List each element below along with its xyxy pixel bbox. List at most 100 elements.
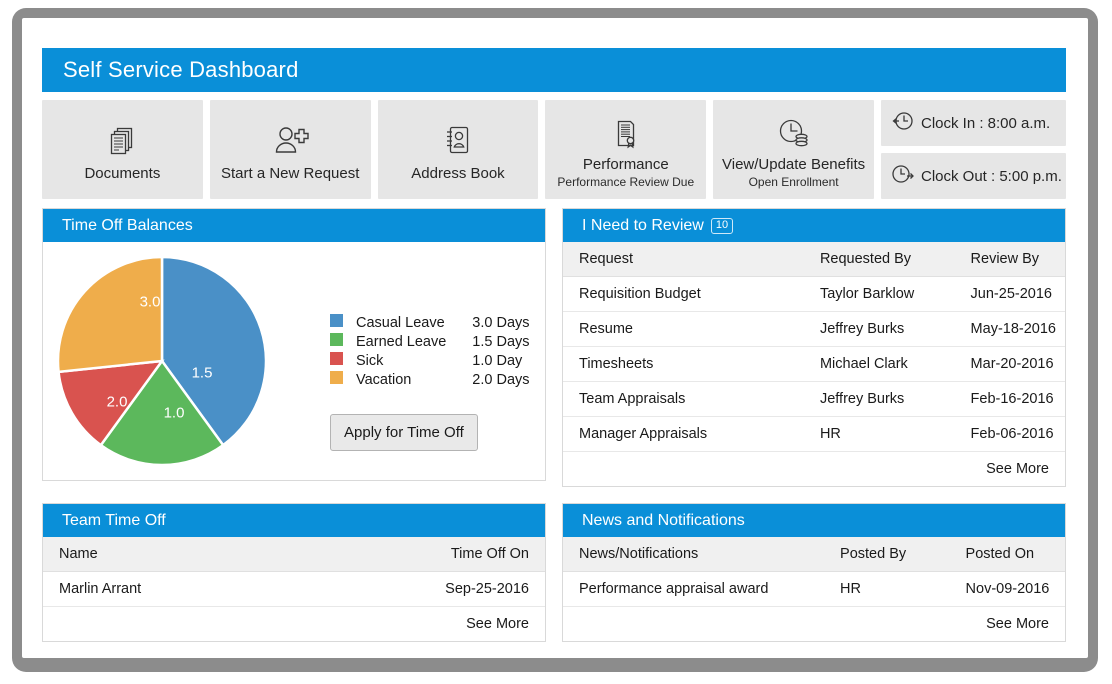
table-row[interactable]: Timesheets Michael Clark Mar-20-2016 bbox=[563, 346, 1065, 382]
employee-name-link[interactable]: Marlin Arrant bbox=[43, 571, 370, 607]
tile-start-a-new-request[interactable]: Start a New Request bbox=[209, 100, 371, 199]
request-link[interactable]: Manager Appraisals bbox=[563, 416, 804, 452]
requested-by: Taylor Barklow bbox=[803, 276, 955, 312]
legend-swatch-cell bbox=[330, 371, 356, 390]
request-link[interactable]: Requisition Budget bbox=[563, 276, 804, 312]
pie-chart-container: 3.0 1.5 1.0 2.0 bbox=[43, 242, 288, 467]
legend-swatch-vacation bbox=[330, 371, 343, 384]
legend-label: Sick bbox=[356, 352, 384, 369]
table-row[interactable]: Performance appraisal award HR Nov-09-20… bbox=[563, 571, 1065, 607]
spacer-cell bbox=[804, 452, 955, 487]
review-by: May-18-2016 bbox=[954, 311, 1065, 347]
review-by: Mar-20-2016 bbox=[954, 346, 1065, 382]
legend-label: Earned Leave bbox=[356, 333, 447, 350]
table-row[interactable]: Team Appraisals Jeffrey Burks Feb-16-201… bbox=[563, 381, 1065, 417]
tile-label: Address Book bbox=[411, 165, 505, 182]
chart-legend: Casual Leave 3.0 Days Earned Leave 1.5 D… bbox=[330, 314, 530, 390]
table-header-row: Name Time Off On bbox=[43, 537, 545, 572]
panel-title: Time Off Balances bbox=[62, 216, 193, 234]
request-link[interactable]: Resume bbox=[563, 311, 804, 347]
panel-header: News and Notifications bbox=[563, 504, 1065, 537]
column-header-name: Name bbox=[43, 537, 370, 572]
requested-by: Jeffrey Burks bbox=[803, 381, 955, 417]
dashboard-page: Self Service Dashboard Documents Start a… bbox=[42, 48, 1066, 648]
column-header-time-off-on: Time Off On bbox=[369, 537, 545, 572]
legend-item: Sick 1.0 Day bbox=[330, 352, 530, 371]
tile-sublabel: Performance Review Due bbox=[557, 175, 695, 189]
tile-label: Performance bbox=[582, 156, 669, 173]
table-row[interactable]: Marlin Arrant Sep-25-2016 bbox=[43, 571, 545, 607]
certificate-icon bbox=[609, 110, 643, 156]
page-header: Self Service Dashboard bbox=[42, 48, 1066, 92]
shortcut-tile-strip: Documents Start a New Request Address Bo… bbox=[42, 100, 1066, 199]
clock-buttons-column: Clock In : 8:00 a.m. Clock Out : 5:00 p.… bbox=[880, 100, 1066, 199]
requested-by: HR bbox=[803, 416, 955, 452]
clock-out-button[interactable]: Clock Out : 5:00 p.m. bbox=[880, 153, 1066, 199]
legend-swatch-sick bbox=[330, 352, 343, 365]
review-by: Feb-16-2016 bbox=[954, 381, 1065, 417]
time-off-date: Sep-25-2016 bbox=[369, 571, 545, 607]
review-count-badge: 10 bbox=[710, 217, 734, 234]
news-table: News/Notifications Posted By Posted On P… bbox=[563, 537, 1065, 641]
tile-documents[interactable]: Documents bbox=[42, 100, 203, 199]
table-row[interactable]: Manager Appraisals HR Feb-06-2016 bbox=[563, 416, 1065, 452]
clock-in-label: Clock In : 8:00 a.m. bbox=[920, 114, 1051, 132]
column-header-review-by: Review By bbox=[954, 242, 1065, 277]
panel-header: I Need to Review 10 bbox=[563, 209, 1065, 242]
column-header-request: Request bbox=[563, 242, 804, 277]
clock-in-button[interactable]: Clock In : 8:00 a.m. bbox=[880, 100, 1066, 146]
tile-label: View/Update Benefits bbox=[722, 156, 866, 173]
column-left-bottom: Team Time Off Name Time Off On Marlin Ar… bbox=[42, 503, 546, 642]
tile-performance[interactable]: Performance Performance Review Due bbox=[545, 100, 707, 199]
panel-title: News and Notifications bbox=[582, 511, 745, 529]
column-header-posted-by: Posted By bbox=[824, 537, 950, 572]
tile-address-book[interactable]: Address Book bbox=[377, 100, 539, 199]
panel-title: I Need to Review bbox=[582, 216, 704, 234]
see-more-link[interactable]: See More bbox=[950, 607, 1065, 642]
see-more-row: See More bbox=[563, 452, 1065, 487]
spacer-cell bbox=[43, 607, 369, 642]
news-and-notifications-panel: News and Notifications News/Notification… bbox=[562, 503, 1066, 642]
see-more-link[interactable]: See More bbox=[369, 607, 545, 642]
table-header-row: News/Notifications Posted By Posted On bbox=[563, 537, 1065, 572]
time-off-balances-panel: Time Off Balances 3.0 1.5 1.0 2.0 Casual… bbox=[42, 208, 546, 481]
legend-swatch-casual bbox=[330, 314, 343, 327]
request-link[interactable]: Timesheets bbox=[563, 346, 804, 382]
see-more-row: See More bbox=[563, 607, 1065, 642]
legend-item: Casual Leave 3.0 Days bbox=[330, 314, 530, 333]
legend-value: 1.5 Days bbox=[472, 333, 530, 350]
requested-by: Michael Clark bbox=[803, 346, 955, 382]
tile-view-update-benefits[interactable]: View/Update Benefits Open Enrollment bbox=[713, 100, 874, 199]
legend-label: Casual Leave bbox=[356, 314, 445, 331]
tile-sublabel: Open Enrollment bbox=[748, 175, 839, 189]
pie-chart[interactable]: 3.0 1.5 1.0 2.0 bbox=[56, 255, 268, 467]
see-more-link[interactable]: See More bbox=[955, 452, 1065, 487]
column-header-news: News/Notifications bbox=[563, 537, 825, 572]
request-link[interactable]: Team Appraisals bbox=[563, 381, 804, 417]
column-left: Time Off Balances 3.0 1.5 1.0 2.0 Casual… bbox=[42, 208, 546, 487]
pie-slice-vacation[interactable] bbox=[56, 255, 164, 374]
legend-value: 1.0 Day bbox=[472, 352, 523, 369]
legend-swatch-cell bbox=[330, 333, 356, 352]
legend-label: Vacation bbox=[356, 371, 412, 388]
tile-label: Documents bbox=[84, 165, 161, 182]
news-text: Performance appraisal award bbox=[563, 571, 825, 607]
posted-on: Nov-09-2016 bbox=[949, 571, 1065, 607]
clock-out-label: Clock Out : 5:00 p.m. bbox=[920, 167, 1062, 185]
panel-header: Time Off Balances bbox=[43, 209, 545, 242]
legend-swatch-cell bbox=[330, 352, 356, 371]
apply-for-time-off-button[interactable]: Apply for Time Off bbox=[330, 414, 478, 451]
panel-title: Team Time Off bbox=[62, 511, 166, 529]
time-off-body: 3.0 1.5 1.0 2.0 Casual Leave 3.0 Days Ea… bbox=[43, 242, 545, 480]
table-row[interactable]: Requisition Budget Taylor Barklow Jun-25… bbox=[563, 276, 1065, 312]
spacer-cell bbox=[824, 607, 950, 642]
legend-item: Earned Leave 1.5 Days bbox=[330, 333, 530, 352]
clock-in-icon bbox=[892, 110, 914, 137]
spacer-cell bbox=[563, 607, 824, 642]
clock-coins-icon bbox=[774, 110, 814, 156]
apply-row: Apply for Time Off bbox=[330, 414, 545, 451]
review-by: Jun-25-2016 bbox=[954, 276, 1065, 312]
team-time-off-table: Name Time Off On Marlin Arrant Sep-25-20… bbox=[43, 537, 545, 641]
table-row[interactable]: Resume Jeffrey Burks May-18-2016 bbox=[563, 311, 1065, 347]
see-more-row: See More bbox=[43, 607, 545, 642]
